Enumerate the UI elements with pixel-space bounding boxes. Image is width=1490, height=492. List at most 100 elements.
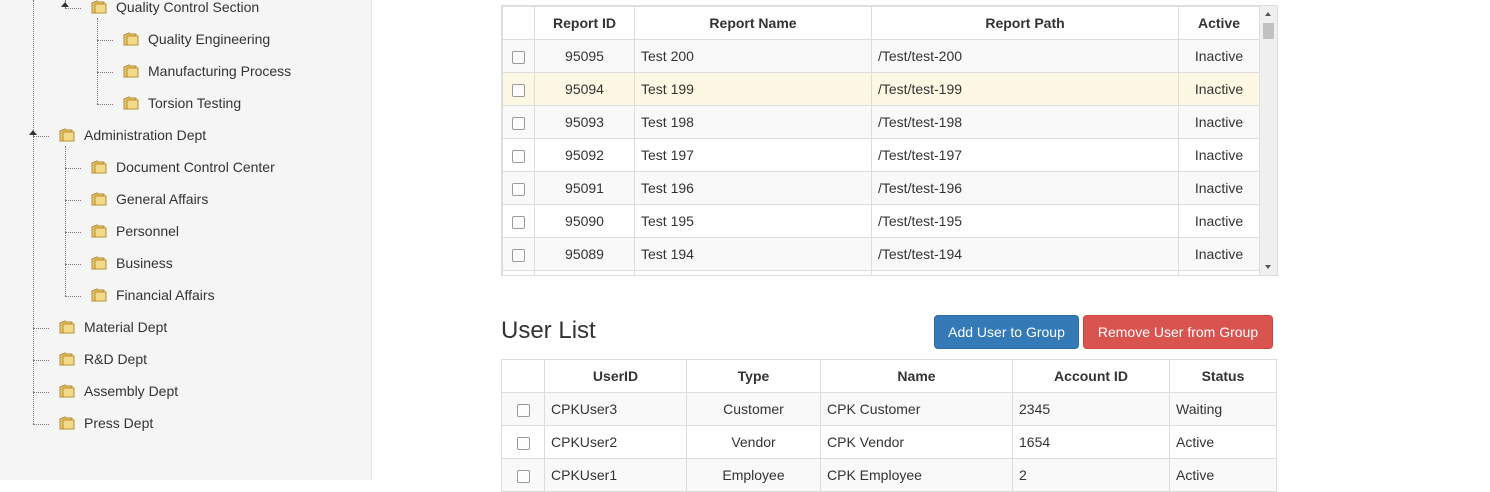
user-type-cell: Employee [686, 458, 821, 492]
tree-node-business[interactable]: Business [91, 253, 173, 273]
column-header-report-name[interactable]: Report Name [634, 6, 872, 40]
report-id-cell: 95095 [534, 39, 635, 73]
report-name-cell: Test 195 [634, 204, 872, 238]
tree-node-personnel[interactable]: Personnel [91, 221, 179, 241]
row-checkbox[interactable] [512, 248, 525, 262]
report-name-cell: Test 194 [634, 237, 872, 271]
report-path-cell: /Test/test-196 [871, 171, 1179, 205]
scrollbar-thumb[interactable] [1263, 23, 1274, 39]
folder-icon [59, 416, 75, 430]
table-row[interactable]: 95094 Test 199 /Test/test-199 Inactive [502, 72, 1260, 106]
tree-node-administration-dept[interactable]: Administration Dept [59, 125, 206, 145]
table-row[interactable]: 95090 Test 195 /Test/test-195 Inactive [502, 204, 1260, 238]
column-header-report-id[interactable]: Report ID [534, 6, 635, 40]
row-checkbox[interactable] [512, 83, 525, 97]
report-id-cell: 95093 [534, 105, 635, 139]
folder-icon [91, 224, 107, 238]
status-cell: Active [1169, 458, 1277, 492]
tree-node-quality-engineering[interactable]: Quality Engineering [123, 29, 270, 49]
tree-node-document-control-center[interactable]: Document Control Center [91, 157, 275, 177]
scroll-down-arrow-icon[interactable] [1265, 265, 1271, 269]
column-header-type[interactable]: Type [686, 359, 821, 393]
table-row[interactable]: CPKUser3 Customer CPK Customer 2345 Wait… [501, 392, 1277, 426]
tree-node-material-dept[interactable]: Material Dept [59, 317, 167, 337]
folder-icon [59, 128, 75, 142]
status-cell: Waiting [1169, 392, 1277, 426]
tree-connector [97, 40, 113, 41]
tree-node-general-affairs[interactable]: General Affairs [91, 189, 208, 209]
row-checkbox[interactable] [516, 436, 530, 450]
folder-icon [59, 352, 75, 366]
tree-node-label: Personnel [116, 223, 180, 239]
row-checkbox[interactable] [512, 149, 525, 163]
report-path-cell: /Test/test-195 [871, 204, 1179, 238]
active-cell: Inactive [1178, 138, 1260, 172]
report-path-cell: /Test/test-199 [871, 72, 1179, 106]
row-checkbox[interactable] [512, 182, 525, 196]
collapse-arrow-icon[interactable] [29, 130, 37, 135]
active-cell: Inactive [1178, 39, 1260, 73]
report-path-cell: /Test/test-194 [871, 237, 1179, 271]
tree-node-torsion-testing[interactable]: Torsion Testing [123, 93, 241, 113]
user-list-title: User List [501, 317, 596, 344]
tree-node-financial-affairs[interactable]: Financial Affairs [91, 285, 215, 305]
folder-icon [91, 288, 107, 302]
active-cell [1178, 270, 1260, 275]
active-cell: Inactive [1178, 171, 1260, 205]
tree-connector [33, 360, 49, 361]
tree-node-label: General Affairs [116, 191, 209, 207]
table-row[interactable]: 95093 Test 198 /Test/test-198 Inactive [502, 105, 1260, 139]
column-header-status[interactable]: Status [1169, 359, 1277, 393]
collapse-arrow-icon[interactable] [61, 2, 69, 7]
row-checkbox[interactable] [512, 50, 525, 64]
tree-node-label: Document Control Center [116, 159, 275, 175]
column-header-name[interactable]: Name [820, 359, 1013, 393]
user-name-cell: CPK Vendor [820, 425, 1013, 459]
table-row[interactable]: 95095 Test 200 /Test/test-200 Inactive [502, 39, 1260, 73]
folder-icon [59, 320, 75, 334]
table-row[interactable]: CPKUser2 Vendor CPK Vendor 1654 Active [501, 425, 1277, 459]
remove-user-from-group-button[interactable]: Remove User from Group [1083, 315, 1273, 349]
tree-connector [33, 328, 49, 329]
report-id-cell [534, 270, 635, 275]
tree-node-label: Material Dept [84, 319, 168, 335]
tree-node-rd-dept[interactable]: R&D Dept [59, 349, 147, 369]
row-checkbox[interactable] [516, 469, 530, 483]
folder-icon [91, 0, 107, 14]
column-header-account-id[interactable]: Account ID [1012, 359, 1170, 393]
tree-connector [65, 168, 81, 169]
table-row[interactable]: 95092 Test 197 /Test/test-197 Inactive [502, 138, 1260, 172]
tree-node-quality-control-section[interactable]: Quality Control Section [91, 0, 259, 17]
tree-connector [65, 8, 81, 9]
report-table-header-row: Report ID Report Name Report Path Active [502, 6, 1260, 40]
row-select-cell [501, 458, 545, 492]
tree-connector [33, 392, 49, 393]
folder-icon [91, 256, 107, 270]
tree-node-label: Assembly Dept [84, 383, 179, 399]
table-row[interactable]: CPKUser1 Employee CPK Employee 2 Active [501, 458, 1277, 492]
folder-icon [123, 96, 139, 110]
row-checkbox[interactable] [512, 215, 525, 229]
column-header-active[interactable]: Active [1178, 6, 1260, 40]
tree-connector [97, 72, 113, 73]
select-column-header [502, 6, 535, 40]
table-row[interactable] [502, 270, 1260, 275]
tree-node-press-dept[interactable]: Press Dept [59, 413, 153, 433]
folder-icon [123, 32, 139, 46]
report-table-scrollbar[interactable] [1260, 6, 1277, 275]
add-user-to-group-button[interactable]: Add User to Group [934, 315, 1079, 349]
row-checkbox[interactable] [512, 116, 525, 130]
column-header-userid[interactable]: UserID [544, 359, 687, 393]
report-path-cell: /Test/test-200 [871, 39, 1179, 73]
row-checkbox[interactable] [516, 403, 530, 417]
tree-node-assembly-dept[interactable]: Assembly Dept [59, 381, 178, 401]
report-id-cell: 95092 [534, 138, 635, 172]
scroll-up-arrow-icon[interactable] [1265, 12, 1271, 16]
table-row[interactable]: 95089 Test 194 /Test/test-194 Inactive [502, 237, 1260, 271]
row-select-cell [502, 39, 535, 73]
report-path-cell: /Test/test-197 [871, 138, 1179, 172]
table-row[interactable]: 95091 Test 196 /Test/test-196 Inactive [502, 171, 1260, 205]
report-id-cell: 95089 [534, 237, 635, 271]
column-header-report-path[interactable]: Report Path [871, 6, 1179, 40]
tree-node-manufacturing-process[interactable]: Manufacturing Process [123, 61, 291, 81]
